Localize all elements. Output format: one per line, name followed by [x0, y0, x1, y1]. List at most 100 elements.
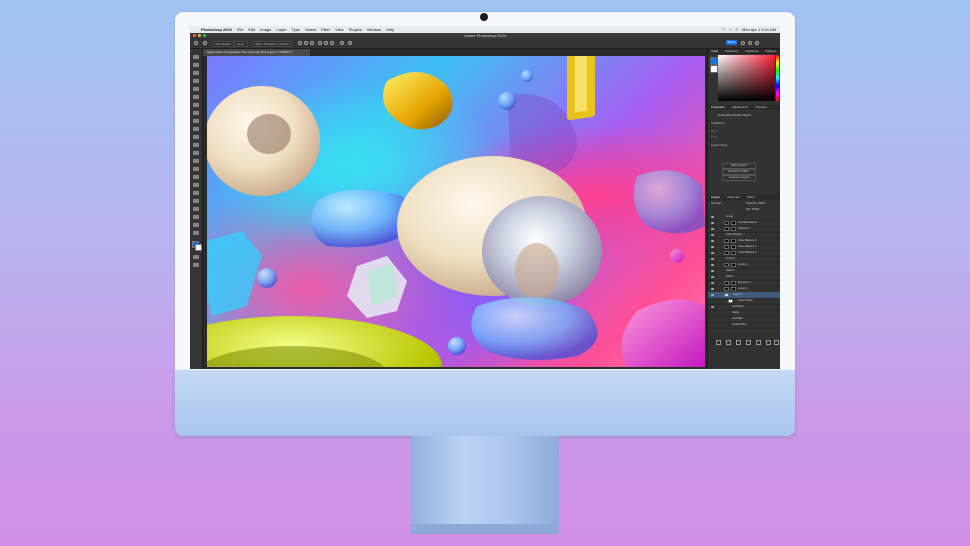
auto-select-checkbox[interactable]: Auto-Select: [212, 41, 235, 47]
menu-clock[interactable]: Mon Apr 1 9:41 AM [742, 26, 776, 33]
brush-tool-icon[interactable] [193, 127, 199, 131]
layer-row[interactable]: Surface Blur [708, 322, 780, 329]
visibility-eye-icon[interactable] [711, 252, 714, 254]
quick-select-tool-icon[interactable] [193, 87, 199, 91]
visibility-eye-icon[interactable] [711, 240, 714, 242]
color-foreground-swatch[interactable] [710, 57, 718, 65]
adjustment-layer-icon[interactable] [746, 340, 751, 345]
hue-slider[interactable] [776, 55, 779, 101]
screen-mode-icon[interactable] [193, 263, 199, 267]
visibility-eye-icon[interactable] [711, 222, 714, 224]
clone-stamp-tool-icon[interactable] [193, 135, 199, 139]
visibility-eye-icon[interactable] [711, 216, 714, 218]
layer-select[interactable]: Layer [234, 41, 248, 47]
search-icon[interactable] [741, 41, 745, 45]
menu-filter[interactable]: Filter [321, 26, 330, 33]
align-right-icon[interactable] [310, 41, 314, 45]
menu-help[interactable]: Help [386, 26, 394, 33]
lasso-tool-icon[interactable] [193, 79, 199, 83]
align-center-icon[interactable] [304, 41, 308, 45]
fill-field[interactable]: Fill: 100% [746, 207, 759, 211]
show-transform-checkbox[interactable]: Show Transform Controls [252, 41, 292, 47]
tab-adjustments[interactable]: Adjustments [732, 105, 749, 110]
zoom-tool-icon[interactable] [193, 223, 199, 227]
gradient-tool-icon[interactable] [193, 159, 199, 163]
visibility-eye-icon[interactable] [711, 276, 714, 278]
more-options-icon[interactable] [340, 41, 344, 45]
document-tab[interactable]: Apple Deliro Composition Test 4.psd @ 40… [203, 49, 310, 56]
visibility-eye-icon[interactable] [711, 288, 714, 290]
move-tool-icon[interactable] [203, 41, 207, 45]
tab-gradients[interactable]: Gradients [745, 49, 758, 54]
menu-edit[interactable]: Edit [248, 26, 255, 33]
eyedropper-tool-icon[interactable] [193, 111, 199, 115]
convert-to-layers-button[interactable]: Convert to Layers [722, 175, 756, 181]
dodge-tool-icon[interactable] [193, 175, 199, 179]
zoom-window-icon[interactable] [203, 34, 206, 37]
visibility-eye-icon[interactable] [711, 306, 714, 308]
trash-icon[interactable] [774, 340, 779, 345]
tab-layers[interactable]: Layers [711, 195, 720, 200]
new-layer-icon[interactable] [766, 340, 771, 345]
wifi-icon[interactable]: ◠ [722, 26, 726, 33]
align-left-icon[interactable] [298, 41, 302, 45]
blur-tool-icon[interactable] [193, 167, 199, 171]
tab-swatches[interactable]: Swatches [725, 49, 738, 54]
menu-select[interactable]: Select [305, 26, 316, 33]
transform-x-field[interactable]: X ▭ [711, 135, 717, 139]
menu-plugins[interactable]: Plugins [349, 26, 362, 33]
tab-libraries[interactable]: Libraries [755, 105, 767, 110]
opacity-field[interactable]: Opacity: 100% [746, 201, 766, 205]
color-background-swatch[interactable] [710, 65, 718, 73]
hand-tool-icon[interactable] [193, 215, 199, 219]
move-tool-icon[interactable] [193, 55, 199, 59]
crop-tool-icon[interactable] [193, 95, 199, 99]
share-button[interactable]: Share [726, 40, 737, 45]
quick-mask-icon[interactable] [193, 255, 199, 259]
link-layers-icon[interactable] [716, 340, 721, 345]
shape-tool-icon[interactable] [193, 207, 199, 211]
tab-patterns[interactable]: Patterns [765, 49, 776, 54]
menu-file[interactable]: File [237, 26, 243, 33]
align-middle-icon[interactable] [324, 41, 328, 45]
align-bottom-icon[interactable] [330, 41, 334, 45]
image-canvas[interactable] [207, 56, 705, 367]
new-group-icon[interactable] [756, 340, 761, 345]
help-icon[interactable] [748, 41, 752, 45]
visibility-eye-icon[interactable] [711, 294, 714, 296]
menu-image[interactable]: Image [260, 26, 271, 33]
visibility-eye-icon[interactable] [711, 246, 714, 248]
blend-mode-select[interactable]: Normal [711, 201, 721, 205]
menu-layer[interactable]: Layer [276, 26, 286, 33]
control-center-icon[interactable]: ≡ [736, 26, 738, 33]
artboard-tool-icon[interactable] [193, 63, 199, 67]
marquee-tool-icon[interactable] [193, 71, 199, 75]
menu-type[interactable]: Type [291, 26, 300, 33]
menu-window[interactable]: Window [367, 26, 381, 33]
transform-w-field[interactable]: W ▭ [711, 129, 718, 133]
edit-toolbar-icon[interactable] [193, 231, 199, 235]
menu-app-name[interactable]: Photoshop 2024 [201, 26, 232, 33]
visibility-eye-icon[interactable] [711, 228, 714, 230]
eraser-tool-icon[interactable] [193, 151, 199, 155]
align-top-icon[interactable] [318, 41, 322, 45]
search-icon[interactable]: ○ [729, 26, 731, 33]
frame-tool-icon[interactable] [193, 103, 199, 107]
visibility-eye-icon[interactable] [711, 234, 714, 236]
tab-color[interactable]: Color [711, 49, 718, 54]
visibility-eye-icon[interactable] [711, 264, 714, 266]
close-window-icon[interactable] [193, 34, 196, 37]
tab-channels[interactable]: Channels [727, 195, 740, 200]
visibility-eye-icon[interactable] [711, 282, 714, 284]
type-tool-icon[interactable] [193, 191, 199, 195]
tab-properties[interactable]: Properties [711, 105, 725, 110]
add-mask-icon[interactable] [736, 340, 741, 345]
home-icon[interactable] [194, 41, 198, 45]
history-brush-tool-icon[interactable] [193, 143, 199, 147]
healing-brush-tool-icon[interactable] [193, 119, 199, 123]
visibility-eye-icon[interactable] [711, 270, 714, 272]
3d-icon[interactable] [348, 41, 352, 45]
minimize-window-icon[interactable] [198, 34, 201, 37]
color-picker-field[interactable] [718, 55, 775, 101]
visibility-eye-icon[interactable] [711, 258, 714, 260]
